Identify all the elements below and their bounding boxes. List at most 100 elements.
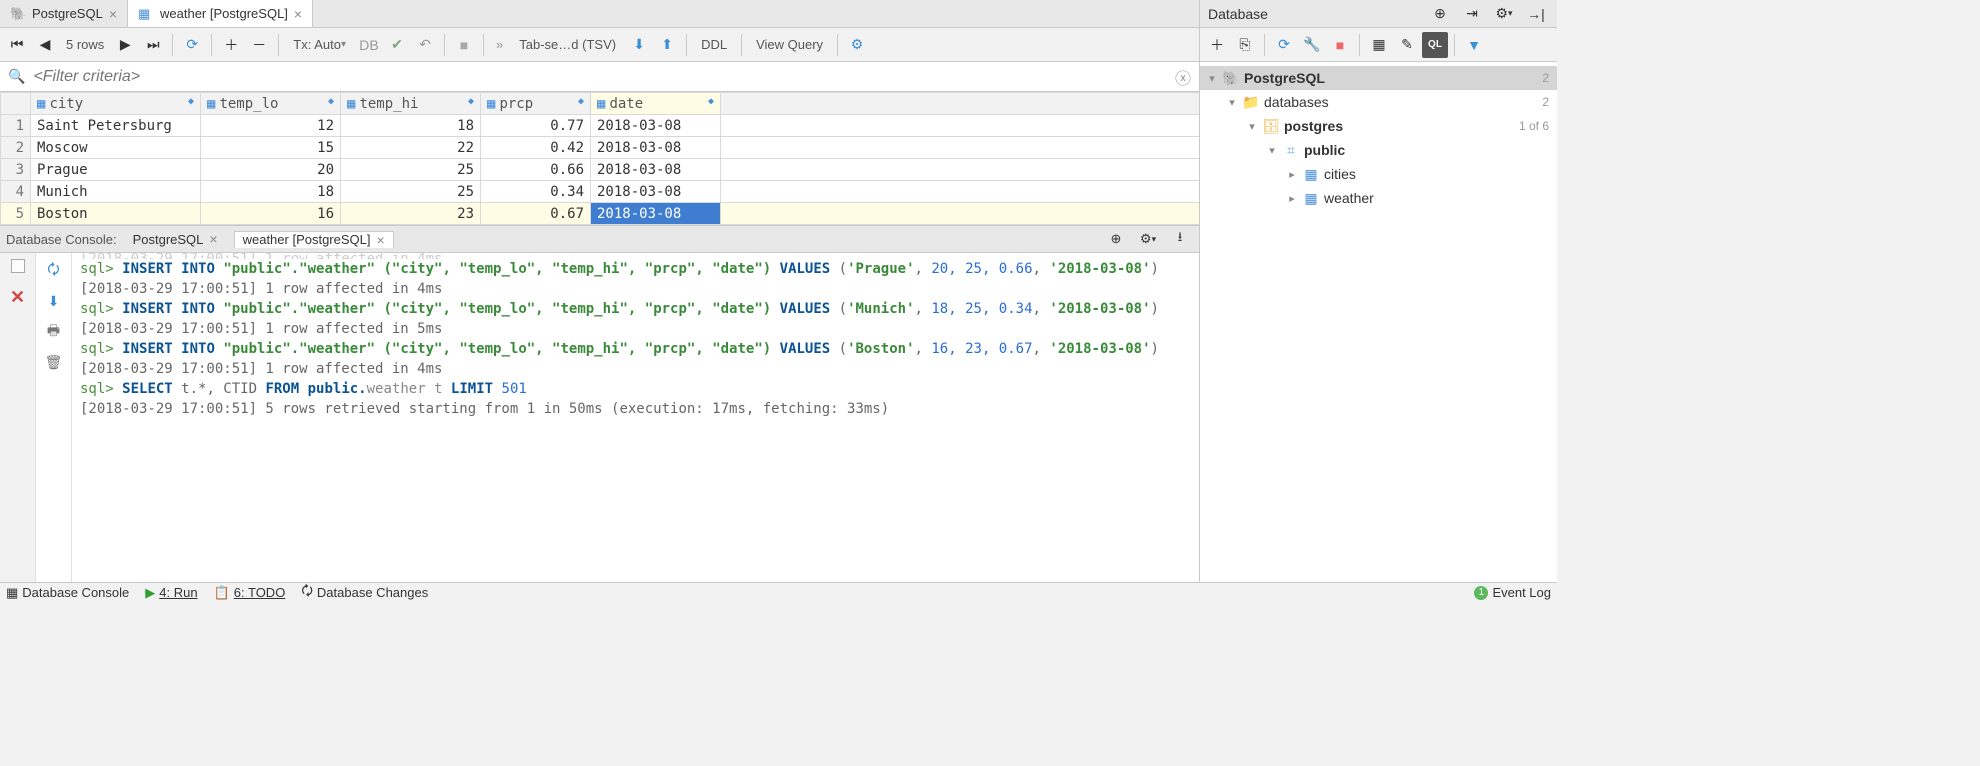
row-number-cell[interactable]: 2 — [1, 137, 31, 159]
status-event-log[interactable]: 1 Event Log — [1474, 585, 1551, 600]
gear-icon[interactable]: ⚙▾ — [1491, 1, 1517, 27]
status-todo[interactable]: 📋 6: TODO — [214, 585, 286, 601]
tree-node-postgres[interactable]: ▾ 🗄 postgres 1 of 6 — [1200, 114, 1557, 138]
close-icon[interactable]: × — [209, 231, 217, 247]
cell-temp-hi[interactable]: 23 — [341, 203, 481, 225]
status-db-console[interactable]: ▦ Database Console — [6, 585, 129, 601]
filter-icon[interactable]: ▼ — [1461, 32, 1487, 58]
cell-date[interactable]: 2018-03-08 — [591, 159, 721, 181]
checkbox-icon[interactable] — [11, 259, 25, 273]
export-icon[interactable]: ⬇ — [48, 293, 60, 310]
export-down-icon[interactable]: ⬇ — [626, 32, 652, 58]
tree-node-databases[interactable]: ▾ 📁 databases 2 — [1200, 90, 1557, 114]
cell-date[interactable]: 2018-03-08 — [591, 137, 721, 159]
cell-date[interactable]: 2018-03-08 — [591, 181, 721, 203]
tx-mode-dropdown[interactable]: Tx: Auto ▾ — [285, 32, 354, 58]
column-header-date[interactable]: ▦date◆ — [591, 93, 721, 115]
row-number-cell[interactable]: 3 — [1, 159, 31, 181]
tree-node-cities[interactable]: ▸ ▦ cities — [1200, 162, 1557, 186]
cell-prcp[interactable]: 0.42 — [481, 137, 591, 159]
table-view-icon[interactable]: ▦ — [1366, 32, 1392, 58]
cell-temp-lo[interactable]: 15 — [201, 137, 341, 159]
cell-temp-hi[interactable]: 25 — [341, 159, 481, 181]
table-row[interactable]: 2Moscow15220.422018-03-08 — [1, 137, 1200, 159]
filter-input[interactable] — [33, 68, 1167, 86]
cell-prcp[interactable]: 0.77 — [481, 115, 591, 137]
clear-filter-icon[interactable]: ⓧ — [1175, 65, 1191, 89]
cell-temp-lo[interactable]: 18 — [201, 181, 341, 203]
table-row[interactable]: 4Munich18250.342018-03-08 — [1, 181, 1200, 203]
cancel-icon[interactable]: ✕ — [10, 287, 25, 308]
extractor-dropdown[interactable]: Tab-se…d (TSV) — [511, 32, 624, 58]
trash-icon[interactable]: 🗑 — [45, 354, 63, 371]
column-header-temp-lo[interactable]: ▦temp_lo◆ — [201, 93, 341, 115]
cell-temp-hi[interactable]: 22 — [341, 137, 481, 159]
chevron-down-icon[interactable]: ▾ — [1206, 72, 1218, 85]
chevron-down-icon[interactable]: ▾ — [1246, 120, 1258, 133]
row-number-cell[interactable]: 4 — [1, 181, 31, 203]
tree-node-weather[interactable]: ▸ ▦ weather — [1200, 186, 1557, 210]
cell-date[interactable]: 2018-03-08 — [591, 115, 721, 137]
table-row[interactable]: 1Saint Petersburg12180.772018-03-08 — [1, 115, 1200, 137]
cell-temp-lo[interactable]: 20 — [201, 159, 341, 181]
refresh-icon[interactable]: ⟳ — [1271, 32, 1297, 58]
cell-prcp[interactable]: 0.34 — [481, 181, 591, 203]
view-query-button[interactable]: View Query — [748, 32, 831, 58]
cell-city[interactable]: Saint Petersburg — [31, 115, 201, 137]
cell-temp-hi[interactable]: 25 — [341, 181, 481, 203]
column-header-prcp[interactable]: ▦prcp◆ — [481, 93, 591, 115]
row-number-cell[interactable]: 1 — [1, 115, 31, 137]
close-icon[interactable]: × — [109, 6, 117, 22]
cell-city[interactable]: Boston — [31, 203, 201, 225]
ddl-button[interactable]: DDL — [693, 32, 735, 58]
tree-node-public[interactable]: ▾ ⌗ public — [1200, 138, 1557, 162]
close-icon[interactable]: × — [294, 6, 302, 22]
gear-icon[interactable]: ⚙▾ — [1135, 226, 1161, 252]
column-header-temp-hi[interactable]: ▦temp_hi◆ — [341, 93, 481, 115]
collapse-icon[interactable]: ⇥ — [1459, 1, 1485, 27]
tab-postgresql[interactable]: 🐘 PostgreSQL × — [0, 0, 128, 27]
prev-page-icon[interactable]: ◀ — [32, 32, 58, 58]
reload-icon[interactable]: ⟳ — [179, 32, 205, 58]
status-changes[interactable]: 🗘 Database Changes — [301, 582, 428, 604]
add-row-icon[interactable]: ＋ — [218, 32, 244, 58]
target-icon[interactable]: ⊕ — [1427, 1, 1453, 27]
console-tab-weather[interactable]: weather [PostgreSQL]× — [234, 231, 394, 248]
table-row[interactable]: 3Prague20250.662018-03-08 — [1, 159, 1200, 181]
chevron-right-icon[interactable]: ▸ — [1286, 192, 1298, 205]
cell-prcp[interactable]: 0.67 — [481, 203, 591, 225]
rollback-icon[interactable]: ↶ — [412, 32, 438, 58]
stop-icon[interactable]: ■ — [1327, 32, 1353, 58]
new-icon[interactable]: ＋ — [1204, 32, 1230, 58]
cell-city[interactable]: Prague — [31, 159, 201, 181]
download-icon[interactable]: ⭳ — [1167, 226, 1193, 252]
close-icon[interactable]: × — [377, 232, 385, 248]
cell-city[interactable]: Moscow — [31, 137, 201, 159]
console-output[interactable]: [2018-03-29 17:00:51] 1 row affected in … — [72, 253, 1199, 582]
duplicate-icon[interactable]: ⎘ — [1232, 32, 1258, 58]
tree-node-postgresql[interactable]: ▾ 🐘 PostgreSQL 2 — [1200, 66, 1557, 90]
print-icon[interactable]: 🖶 — [47, 320, 60, 344]
chevron-down-icon[interactable]: ▾ — [1266, 144, 1278, 157]
import-up-icon[interactable]: ⬆ — [654, 32, 680, 58]
next-page-icon[interactable]: ▶ — [112, 32, 138, 58]
commit-icon[interactable]: DB — [356, 32, 382, 58]
remove-row-icon[interactable]: － — [246, 32, 272, 58]
cell-date[interactable]: 2018-03-08 — [591, 203, 721, 225]
rerun-icon[interactable]: 🗘 — [47, 259, 60, 283]
chevron-right-icon[interactable]: ▸ — [1286, 168, 1298, 181]
add-icon[interactable]: ⊕ — [1103, 226, 1129, 252]
stop-icon[interactable]: ■ — [451, 32, 477, 58]
cell-temp-hi[interactable]: 18 — [341, 115, 481, 137]
column-header-city[interactable]: ▦city◆ — [31, 93, 201, 115]
row-number-cell[interactable]: 5 — [1, 203, 31, 225]
tab-weather[interactable]: ▦ weather [PostgreSQL] × — [128, 0, 313, 27]
cell-temp-lo[interactable]: 16 — [201, 203, 341, 225]
last-page-icon[interactable]: ⏭ — [140, 32, 166, 58]
first-page-icon[interactable]: ⏮ — [4, 32, 30, 58]
wrench-icon[interactable]: 🔧 — [1299, 32, 1325, 58]
sql-console-icon[interactable]: QL — [1422, 32, 1448, 58]
submit-icon[interactable]: ✔ — [384, 32, 410, 58]
cell-city[interactable]: Munich — [31, 181, 201, 203]
cell-temp-lo[interactable]: 12 — [201, 115, 341, 137]
